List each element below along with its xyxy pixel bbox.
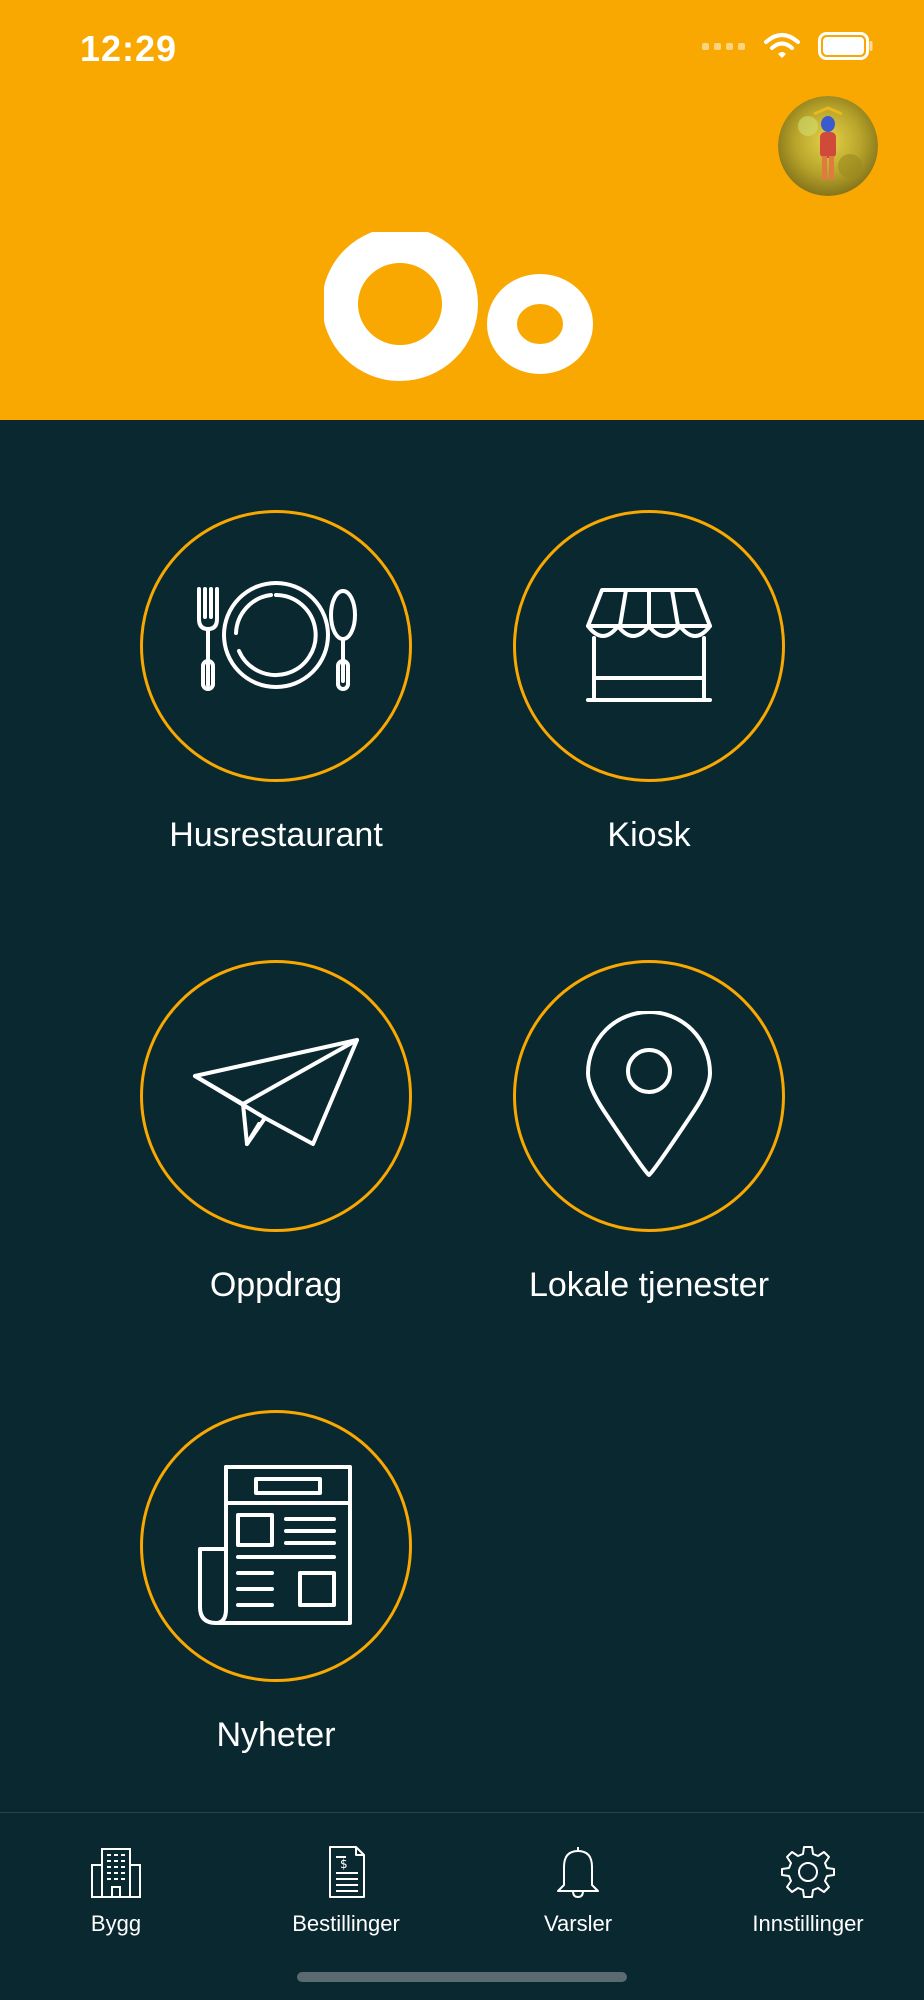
nyheter-label: Nyheter: [216, 1716, 336, 1754]
menu-item-oppdrag[interactable]: Oppdrag: [130, 960, 430, 1340]
menu-item-kiosk[interactable]: Kiosk: [503, 510, 803, 890]
plate-cutlery-icon: [197, 581, 357, 691]
storefront-icon: [586, 588, 712, 702]
tab-bestillinger[interactable]: $ Bestillinger: [246, 1831, 446, 1941]
tab-varsler[interactable]: Varsler: [478, 1831, 678, 1941]
bell-icon: [557, 1847, 599, 1898]
tab-bygg[interactable]: Bygg: [16, 1831, 216, 1941]
tab-bygg-label: Bygg: [90, 1911, 142, 1936]
lokale-tjenester-label: Lokale tjenester: [528, 1266, 770, 1304]
status-time: 12:29: [80, 28, 178, 69]
menu-item-nyheter[interactable]: Nyheter: [130, 1410, 430, 1790]
tab-bestillinger-label: Bestillinger: [292, 1911, 400, 1936]
menu-item-lokale-tjenester[interactable]: Lokale tjenester: [503, 960, 803, 1340]
kiosk-label: Kiosk: [607, 816, 691, 854]
newspaper-icon: [198, 1465, 352, 1625]
gear-icon: [781, 1846, 835, 1898]
oppdrag-circle[interactable]: [140, 960, 412, 1232]
avatar[interactable]: [778, 96, 878, 196]
signal-icon: [702, 43, 745, 50]
invoice-icon: $: [329, 1846, 365, 1898]
status-bar: 12:29: [0, 0, 924, 100]
building-icon: [91, 1848, 141, 1898]
kiosk-circle[interactable]: [513, 510, 785, 782]
app-logo: [324, 232, 593, 381]
oppdrag-label: Oppdrag: [209, 1266, 343, 1304]
battery-icon: [818, 32, 873, 60]
wifi-icon: [764, 33, 800, 58]
app-header: 12:29: [0, 0, 924, 420]
menu-item-husrestaurant[interactable]: Husrestaurant: [130, 510, 430, 890]
status-icons: [702, 32, 874, 60]
paper-plane-icon: [193, 1038, 359, 1146]
tab-innstillinger[interactable]: Innstillinger: [708, 1831, 908, 1941]
tab-varsler-label: Varsler: [543, 1911, 613, 1936]
husrestaurant-label: Husrestaurant: [169, 816, 383, 854]
lokale-tjenester-circle[interactable]: [513, 960, 785, 1232]
svg-text:$: $: [340, 1857, 348, 1871]
home-indicator: [297, 1972, 627, 1982]
husrestaurant-circle[interactable]: [140, 510, 412, 782]
map-pin-icon: [586, 1011, 712, 1177]
nyheter-circle[interactable]: [140, 1410, 412, 1682]
tab-innstillinger-label: Innstillinger: [752, 1911, 864, 1936]
